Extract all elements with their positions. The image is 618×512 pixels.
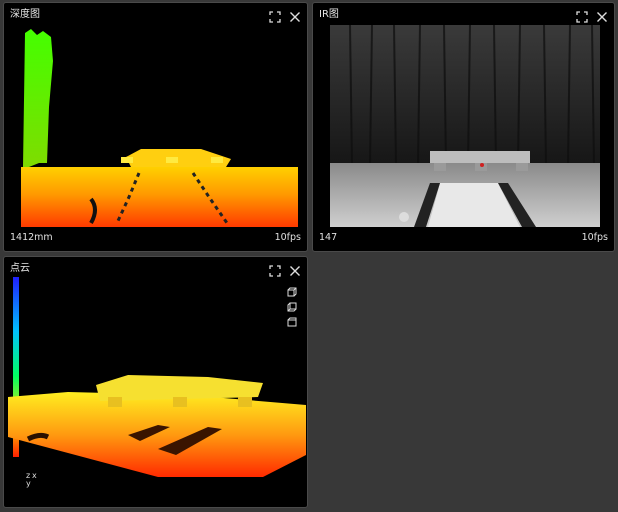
point-cloud-panel: 点云 z x y (3, 256, 308, 508)
ir-value-readout: 147 (319, 232, 338, 243)
expand-icon[interactable] (269, 262, 281, 277)
close-icon[interactable] (289, 8, 301, 22)
close-icon[interactable] (289, 262, 301, 276)
expand-icon[interactable] (576, 8, 588, 23)
expand-icon[interactable] (269, 8, 281, 23)
depth-fps-readout: 10fps (274, 232, 301, 243)
depth-distance-readout: 1412mm (10, 232, 53, 243)
axis-x-label: x (32, 471, 37, 480)
axis-y-label: y (26, 479, 31, 488)
depth-image[interactable] (21, 27, 298, 227)
view-top-icon[interactable] (287, 312, 297, 327)
view-front-icon[interactable] (287, 282, 297, 297)
axis-gizmo: z x y (24, 471, 44, 491)
depth-panel: 深度图 1412mm 10fps (3, 2, 308, 252)
close-icon[interactable] (596, 8, 608, 22)
ir-panel-title: IR图 (319, 9, 339, 20)
point-cloud-panel-title: 点云 (10, 263, 30, 274)
ir-image[interactable] (330, 25, 600, 227)
depth-panel-title: 深度图 (10, 9, 40, 20)
ir-panel: IR图 147 10fps (312, 2, 615, 252)
point-cloud-view[interactable] (8, 367, 306, 482)
view-side-icon[interactable] (287, 297, 297, 312)
ir-fps-readout: 10fps (581, 232, 608, 243)
